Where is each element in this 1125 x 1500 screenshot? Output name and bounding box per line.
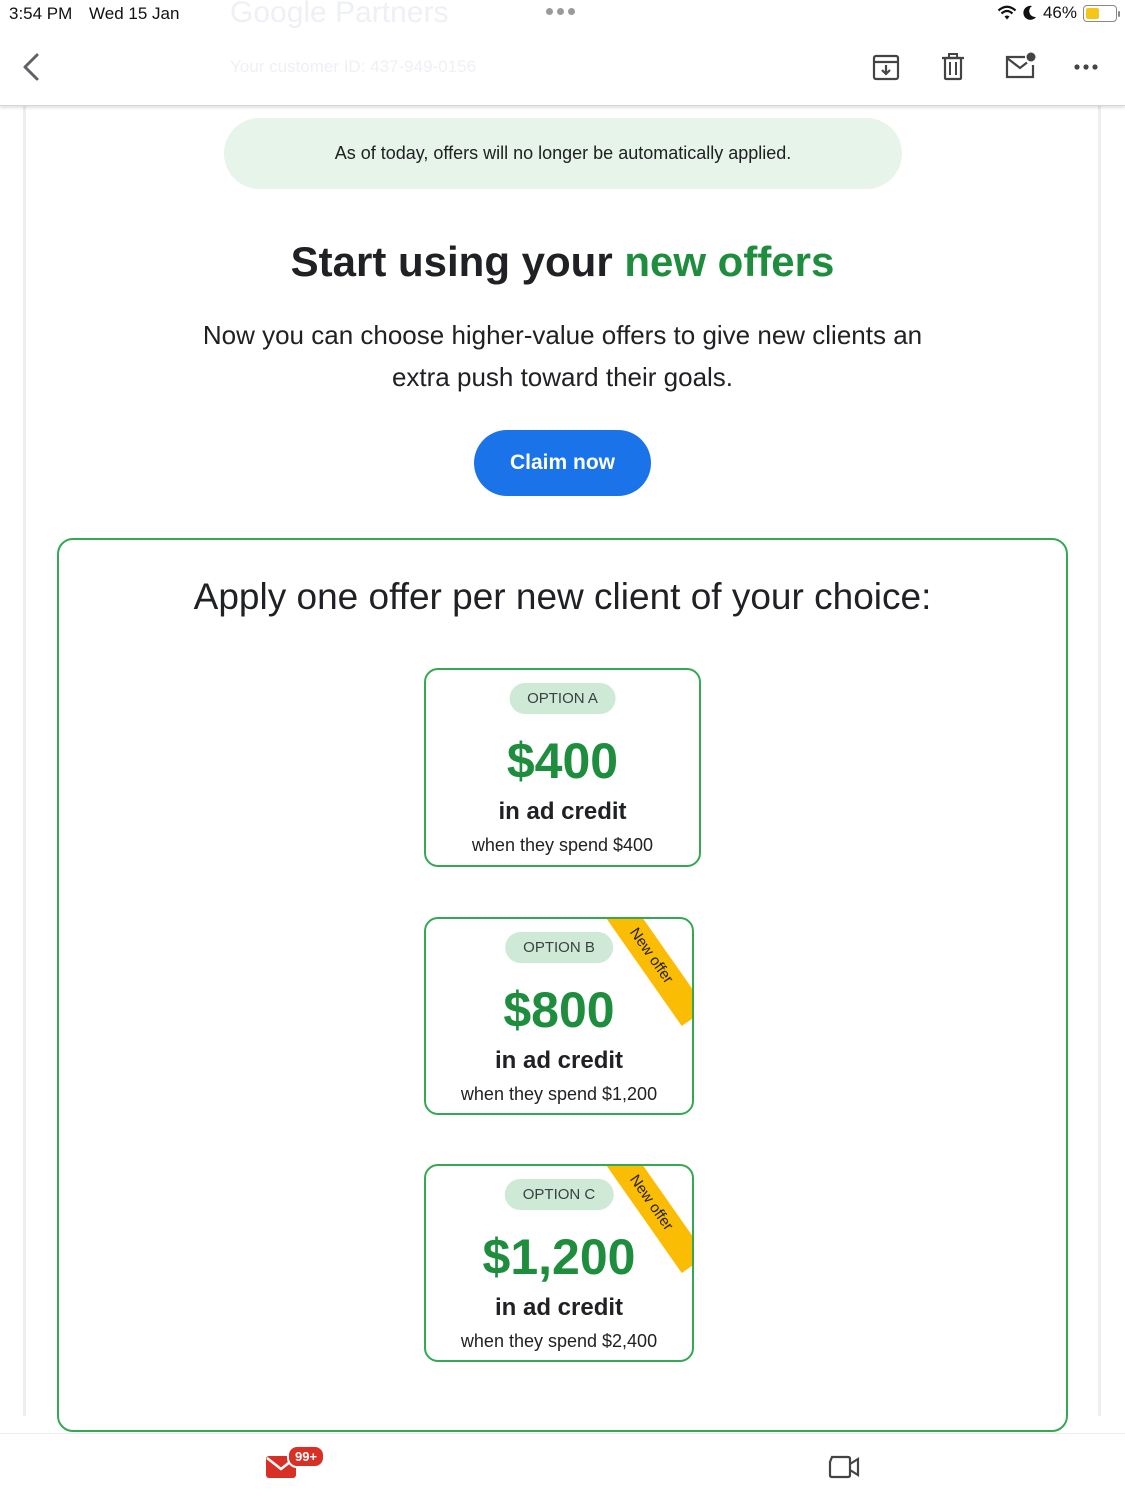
offer-credit: in ad credit <box>498 798 627 825</box>
offer-card-c[interactable]: New offer OPTION C $1,200 in ad credit w… <box>424 1164 694 1362</box>
offer-amount: $400 <box>506 733 619 789</box>
offer-card-a[interactable]: OPTION A $400 in ad credit when they spe… <box>424 668 701 867</box>
customer-id-line: Your customer ID: 437-949-0156 <box>230 57 477 76</box>
battery-fill <box>1086 7 1099 19</box>
multitasking-dots-icon[interactable] <box>546 8 575 15</box>
moon-icon <box>1023 5 1036 20</box>
battery-percent: 46% <box>1042 3 1077 22</box>
email-subline: Now you can choose higher-value offers t… <box>202 320 923 392</box>
offer-spend: when they spend $1,200 <box>460 1084 658 1104</box>
unread-count-badge: 99+ <box>287 1445 326 1468</box>
offer-credit: in ad credit <box>494 1294 624 1321</box>
headline-prefix: Start using your <box>290 238 625 285</box>
offer-amount: $800 <box>503 982 615 1038</box>
sender-title: Google Partners <box>230 0 449 29</box>
offer-spend: when they spend $400 <box>471 835 654 855</box>
status-bar: 3:54 PM Wed 15 Jan 46% <box>0 0 1125 30</box>
offer-credit: in ad credit <box>494 1047 624 1074</box>
offer-spend: when they spend $2,400 <box>460 1331 658 1351</box>
meet-tab-icon[interactable] <box>828 1454 860 1480</box>
status-date: Wed 15 Jan <box>89 4 180 23</box>
mail-toolbar: Google Partners Your customer ID: 437-94… <box>0 0 1125 106</box>
more-icon[interactable] <box>1069 50 1103 84</box>
bottom-nav-bar: 99+ <box>0 1433 1125 1500</box>
battery-icon <box>1083 4 1120 22</box>
status-time: 3:54 PM <box>9 4 73 23</box>
offers-title: Apply one offer per new client of your c… <box>193 576 932 617</box>
notice-banner: As of today, offers will no longer be au… <box>224 118 902 189</box>
headline-accent: new offers <box>624 238 835 285</box>
option-label: OPTION B <box>505 932 613 963</box>
claim-now-button[interactable]: Claim now <box>474 430 651 496</box>
offer-card-b[interactable]: New offer OPTION B $800 in ad credit whe… <box>424 917 694 1115</box>
mark-unread-icon[interactable] <box>1003 50 1037 84</box>
wifi-icon <box>997 5 1017 20</box>
option-label: OPTION A <box>509 683 616 714</box>
back-icon[interactable] <box>14 50 48 84</box>
email-headline: Start using your new offers <box>0 238 1125 286</box>
status-indicators: 46% <box>997 3 1120 23</box>
archive-icon[interactable] <box>869 50 903 84</box>
delete-icon[interactable] <box>936 50 970 84</box>
offer-amount: $1,200 <box>482 1229 636 1285</box>
option-label: OPTION C <box>504 1179 614 1210</box>
